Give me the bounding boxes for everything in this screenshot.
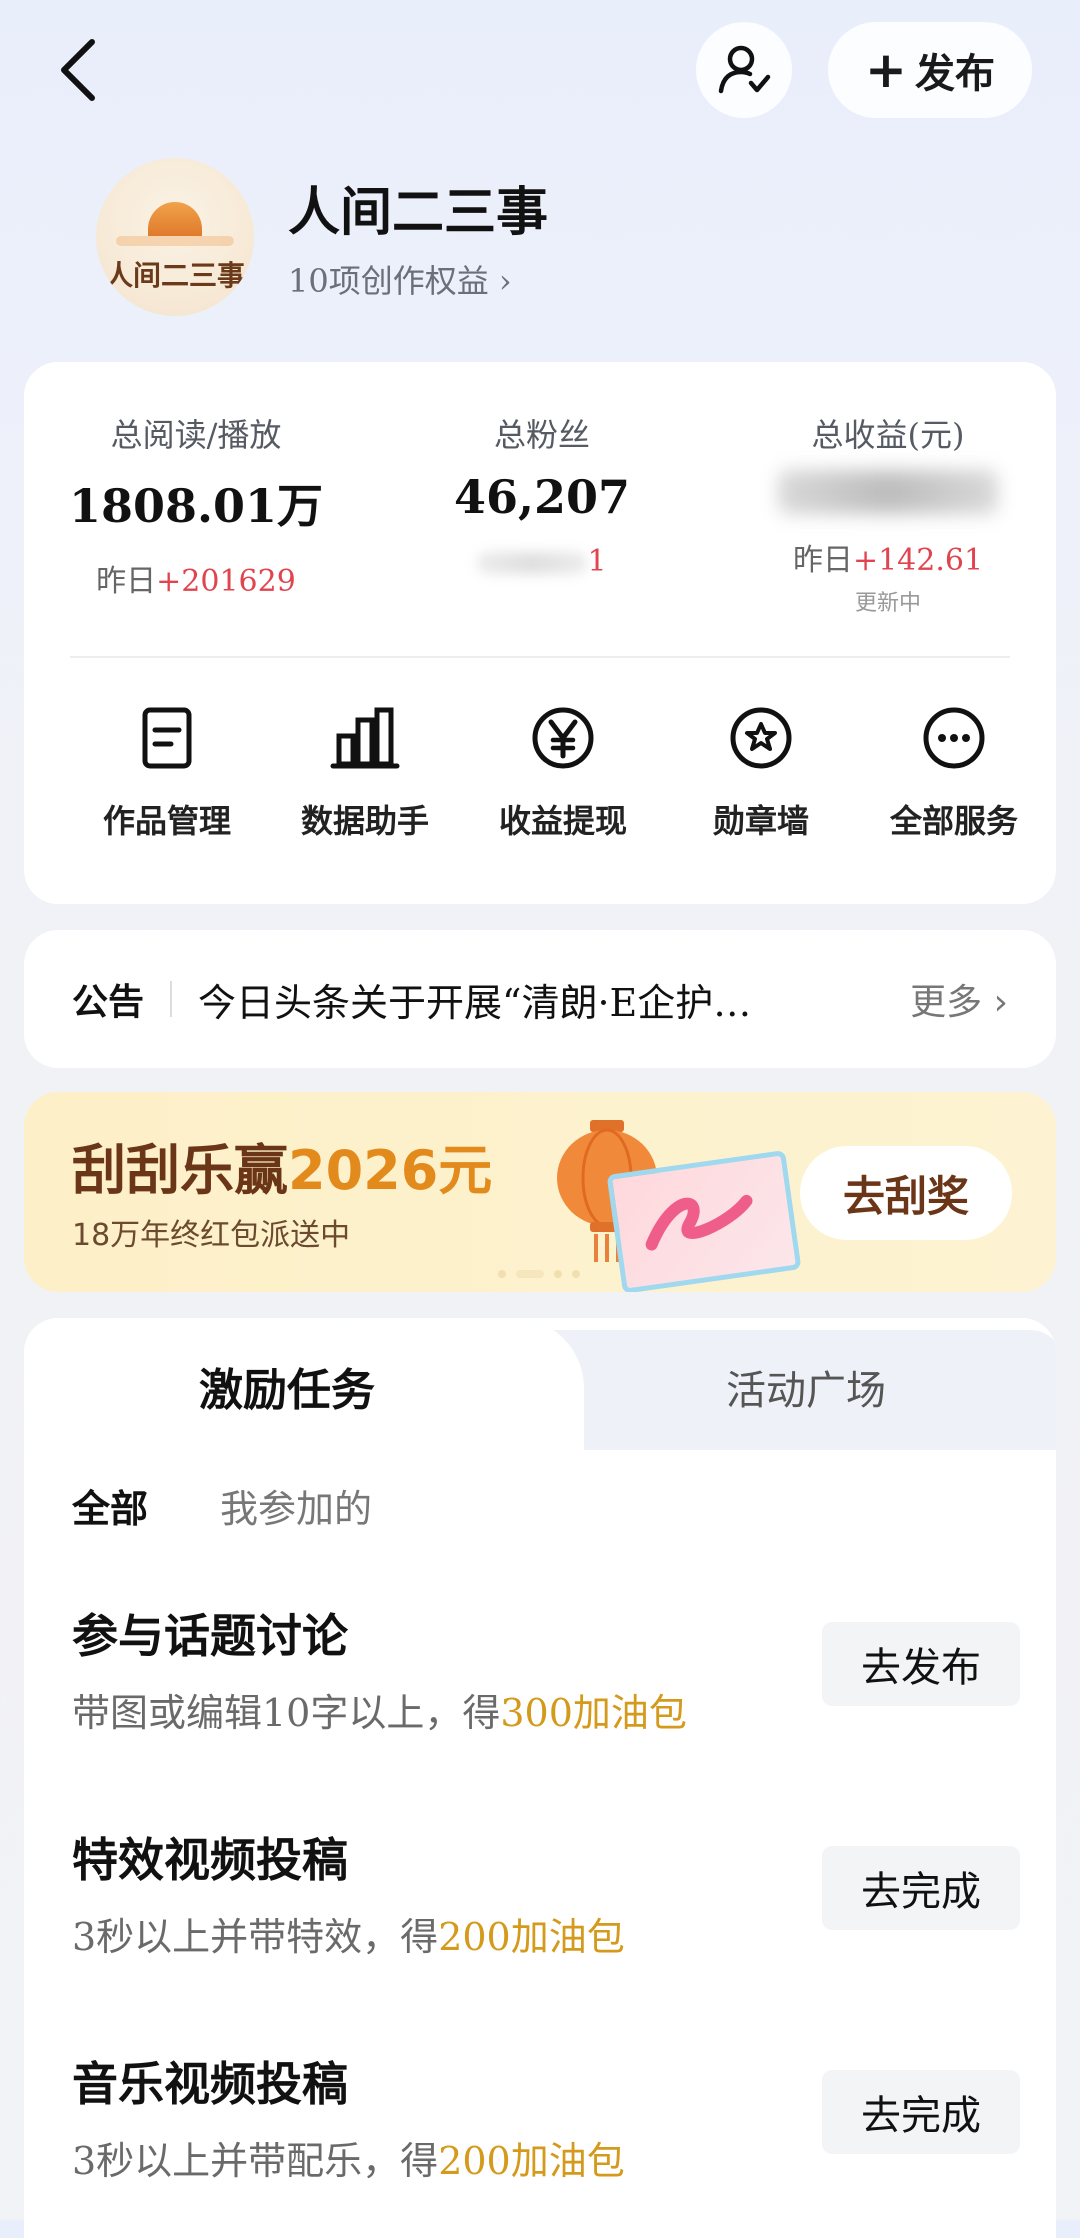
task-item: 参与话题讨论 带图或编辑10字以上，得300加油包 去发布 xyxy=(72,1600,1032,1740)
tasks-panel: 激励任务 活动广场 全部 我参加的 参与话题讨论 带图或编辑10字以上，得300… xyxy=(24,1318,1056,2238)
creator-rights-link[interactable]: 10项创作权益 › xyxy=(288,256,512,302)
task-action-button[interactable]: 去发布 xyxy=(822,1622,1020,1706)
task-item: 音乐视频投稿 3秒以上并带配乐，得200加油包 去完成 xyxy=(72,2048,1032,2188)
notice-more-link[interactable]: 更多 › xyxy=(910,973,1008,1025)
task-action-button[interactable]: 去完成 xyxy=(822,2070,1020,2154)
update-note: 更新中 xyxy=(854,591,921,616)
stat-value-blurred xyxy=(740,470,1036,525)
tool-label: 全部服务 xyxy=(889,802,1018,840)
scratch-card-icon xyxy=(606,1150,802,1292)
banner-subtitle: 18万年终红包派送中 xyxy=(72,1218,351,1253)
notice-tag: 公告 xyxy=(72,982,145,1023)
tool-income-withdraw[interactable]: 收益提现 xyxy=(460,702,666,842)
back-button[interactable] xyxy=(48,30,108,110)
divider xyxy=(70,656,1010,658)
stat-label: 总收益(元) xyxy=(811,416,965,454)
banner-title: 刮刮乐赢2026元 xyxy=(72,1139,493,1202)
stat-label: 总粉丝 xyxy=(493,416,590,454)
stat-delta: 昨日+142.61 xyxy=(792,543,984,578)
blurred-text xyxy=(477,552,588,574)
tab-incentive-tasks[interactable]: 激励任务 xyxy=(199,1354,375,1418)
filter-all[interactable]: 全部 xyxy=(72,1478,148,1533)
stat-total-reads[interactable]: 总阅读/播放 1808.01万 昨日+201629 xyxy=(48,410,344,600)
avatar-text: 人间二三事 xyxy=(104,259,245,292)
stat-total-fans[interactable]: 总粉丝 46,207 1 xyxy=(394,410,690,579)
tool-all-services[interactable]: 全部服务 xyxy=(856,702,1052,842)
publish-label: 发布 xyxy=(914,51,995,97)
filter-joined[interactable]: 我参加的 xyxy=(220,1478,372,1533)
stat-delta: 1 xyxy=(394,544,690,579)
stats-card: 总阅读/播放 1808.01万 昨日+201629 总粉丝 46,207 1 总… xyxy=(24,362,1056,904)
promo-banner[interactable]: 刮刮乐赢2026元 18万年终红包派送中 去刮奖 xyxy=(24,1092,1056,1292)
tool-data-assistant[interactable]: 数据助手 xyxy=(262,702,468,842)
profile-name: 人间二三事 xyxy=(288,182,549,243)
carousel-indicator xyxy=(498,1270,580,1278)
divider xyxy=(170,981,173,1017)
task-item: 特效视频投稿 3秒以上并带特效，得200加油包 去完成 xyxy=(72,1824,1032,1964)
user-check-button[interactable] xyxy=(696,22,792,118)
avatar[interactable]: 人间二三事 xyxy=(96,158,254,316)
task-action-button[interactable]: 去完成 xyxy=(822,1846,1020,1930)
tool-label: 收益提现 xyxy=(498,802,627,840)
stat-value: 46,207 xyxy=(453,470,631,524)
bar-chart-icon xyxy=(330,707,400,769)
document-icon xyxy=(142,707,192,769)
tool-medal-wall[interactable]: 勋章墙 xyxy=(658,702,864,842)
chevron-left-icon xyxy=(61,39,95,101)
publish-button[interactable]: + 发布 xyxy=(828,22,1032,118)
tool-work-management[interactable]: 作品管理 xyxy=(64,702,270,842)
tool-label: 数据助手 xyxy=(300,802,429,840)
notice-text[interactable]: 今日头条关于开展“清朗·E企护… xyxy=(198,972,818,1027)
sunset-logo-icon xyxy=(148,202,202,236)
stat-total-income[interactable]: 总收益(元) 昨日+142.61 更新中 xyxy=(740,410,1036,617)
medal-icon xyxy=(730,707,792,769)
stat-label: 总阅读/播放 xyxy=(110,416,282,454)
tool-label: 作品管理 xyxy=(102,802,231,840)
scratch-button[interactable]: 去刮奖 xyxy=(800,1146,1012,1240)
tab-activity-square[interactable]: 活动广场 xyxy=(726,1358,886,1416)
yen-icon xyxy=(532,707,594,769)
user-check-icon xyxy=(718,45,771,94)
more-icon xyxy=(923,707,985,769)
blurred-text xyxy=(778,470,998,514)
stat-value: 1808.01万 xyxy=(68,479,324,533)
stat-delta: 昨日+201629 xyxy=(96,564,296,599)
plus-icon: + xyxy=(865,41,907,99)
notice-bar[interactable]: 公告 今日头条关于开展“清朗·E企护… 更多 › xyxy=(24,930,1056,1068)
tool-label: 勋章墙 xyxy=(712,802,809,840)
